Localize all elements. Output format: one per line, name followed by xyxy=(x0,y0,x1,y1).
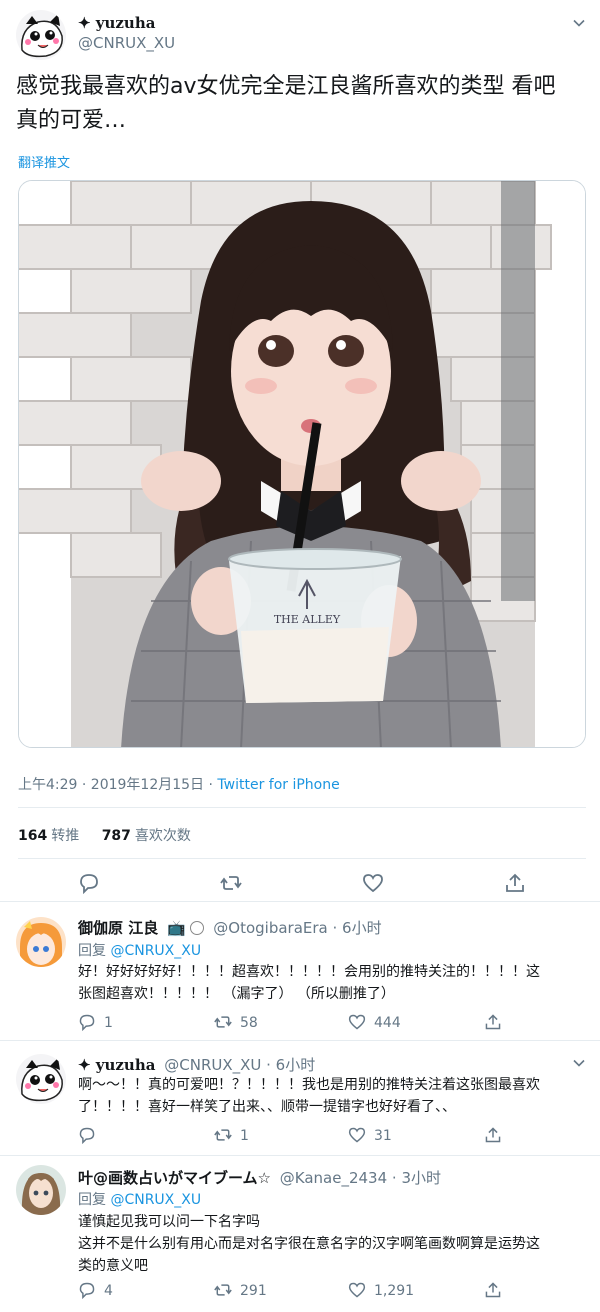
retweet-icon[interactable] xyxy=(220,872,242,894)
reply-text-line: 啊〜〜！！真的可爱吧！？！！！！我也是用别的推特关注着这张图最喜欢 xyxy=(78,1077,540,1093)
chevron-down-icon[interactable] xyxy=(572,1056,586,1070)
reply-to: 回复 @CNRUX_XU xyxy=(78,1192,202,1208)
retweet-icon xyxy=(214,1129,232,1141)
like-icon xyxy=(348,1127,366,1143)
share-icon[interactable] xyxy=(484,1126,502,1144)
tweet-source[interactable]: Twitter for iPhone xyxy=(217,777,339,793)
like-action[interactable]: 1,291 xyxy=(348,1281,414,1299)
reply-icon[interactable] xyxy=(78,872,100,894)
tweet-text: 感觉我最喜欢的av女优完全是江良酱所喜欢的类型 看吧 真的可爱… xyxy=(16,70,586,138)
tweet-text-line: 感觉我最喜欢的av女优完全是江良酱所喜欢的类型 看吧 xyxy=(16,74,556,99)
tweet-text-line: 真的可爱… xyxy=(16,108,127,133)
retweet-icon xyxy=(214,1284,232,1296)
reply-to: 回复 @CNRUX_XU xyxy=(78,943,202,959)
like-icon xyxy=(348,1014,366,1030)
retweet-count-group[interactable]: 164 转推 xyxy=(18,828,79,844)
handle[interactable]: @CNRUX_XU xyxy=(78,34,175,52)
share-icon[interactable] xyxy=(484,1013,502,1031)
reply-tweet[interactable]: ✦ yuzuha @CNRUX_XU · 6小时 啊〜〜！！真的可爱吧！？！！！… xyxy=(0,1042,600,1156)
reply-tweet[interactable]: 御伽原 江良 📺 @OtogibaraEra · 6小时 回复 @CNRUX_X… xyxy=(0,903,600,1041)
reply-text: 谨慎起见我可以问一下名字吗 这并不是什么别有用心而是对名字很在意名字的汉字啊笔画… xyxy=(78,1211,586,1277)
reply-text-line: 了！！！！喜好一样笑了出来、、顺带一提错字也好好看了、、 xyxy=(78,1099,456,1115)
clock-icon xyxy=(190,921,205,935)
reply-action[interactable]: 1 xyxy=(78,1013,113,1032)
display-name[interactable]: 叶@画数占いがマイブーム☆ xyxy=(78,1169,271,1187)
chevron-down-icon[interactable] xyxy=(572,16,586,30)
reply-target-link[interactable]: @CNRUX_XU xyxy=(110,943,201,959)
share-icon[interactable] xyxy=(484,1281,502,1299)
reply-text: 啊〜〜！！真的可爱吧！？！！！！我也是用别的推特关注着这张图最喜欢 了！！！！喜… xyxy=(78,1074,586,1118)
handle-time[interactable]: @OtogibaraEra · 6小时 xyxy=(213,919,381,937)
reply-action[interactable] xyxy=(78,1126,104,1145)
reply-text-line: 谨慎起见我可以问一下名字吗 xyxy=(78,1214,260,1230)
photo-image: THE ALLEY xyxy=(19,181,585,747)
tweet-stats: 164 转推 787 喜欢次数 xyxy=(18,825,191,845)
like-icon[interactable] xyxy=(362,872,384,894)
main-tweet: ✦ yuzuha @CNRUX_XU 感觉我最喜欢的av女优完全是江良酱所喜欢的… xyxy=(0,0,600,902)
display-name[interactable]: 御伽原 江良 xyxy=(78,919,158,937)
reply-action[interactable]: 4 xyxy=(78,1281,113,1300)
like-action[interactable]: 444 xyxy=(348,1013,401,1031)
avatar[interactable] xyxy=(16,10,66,60)
like-icon xyxy=(348,1282,366,1298)
share-icon[interactable] xyxy=(504,872,526,894)
retweet-action[interactable]: 291 xyxy=(214,1281,267,1299)
retweet-icon xyxy=(214,1016,232,1028)
display-name[interactable]: ✦ yuzuha xyxy=(78,1056,155,1074)
reply-icon xyxy=(79,1282,95,1300)
avatar[interactable] xyxy=(16,917,66,967)
retweet-action[interactable]: 58 xyxy=(214,1013,258,1031)
translate-link[interactable]: 翻译推文 xyxy=(18,152,70,171)
tweet-meta: 上午4:29 · 2019年12月15日 · Twitter for iPhon… xyxy=(18,774,340,794)
reply-text-line: 张图超喜欢！！！！！ （漏字了） （所以删推了） xyxy=(78,986,395,1002)
avatar[interactable] xyxy=(16,1165,66,1215)
tweet-photo[interactable]: THE ALLEY xyxy=(18,180,586,748)
retweet-action[interactable]: 1 xyxy=(214,1126,249,1144)
reply-target-link[interactable]: @CNRUX_XU xyxy=(110,1192,201,1208)
svg-text:THE ALLEY: THE ALLEY xyxy=(274,613,341,626)
avatar[interactable] xyxy=(16,1054,66,1104)
divider xyxy=(18,807,586,808)
reply-text-line: 类的意义吧 xyxy=(78,1258,148,1274)
reply-icon xyxy=(79,1014,95,1032)
like-count-group[interactable]: 787 喜欢次数 xyxy=(102,828,191,844)
tweet-timestamp[interactable]: 上午4:29 · 2019年12月15日 · xyxy=(18,777,217,793)
handle-time[interactable]: @CNRUX_XU · 6小时 xyxy=(164,1056,315,1074)
reply-text-line: 好！好好好好好！！！！超喜欢！！！！！会用别的推特关注的！！！！这 xyxy=(78,964,540,980)
like-action[interactable]: 31 xyxy=(348,1126,392,1144)
reply-icon xyxy=(79,1127,95,1145)
divider xyxy=(18,858,586,859)
reply-text: 好！好好好好好！！！！超喜欢！！！！！会用别的推特关注的！！！！这 张图超喜欢！… xyxy=(78,961,586,1005)
display-name[interactable]: ✦ yuzuha xyxy=(78,14,155,32)
reply-text-line: 这并不是什么别有用心而是对名字很在意名字的汉字啊笔画数啊算是运势这 xyxy=(78,1236,540,1252)
tv-icon: 📺 xyxy=(167,919,186,937)
reply-tweet[interactable]: 叶@画数占いがマイブーム☆ @Kanae_2434 · 3小时 回复 @CNRU… xyxy=(0,1157,600,1312)
handle-time[interactable]: @Kanae_2434 · 3小时 xyxy=(280,1169,441,1187)
